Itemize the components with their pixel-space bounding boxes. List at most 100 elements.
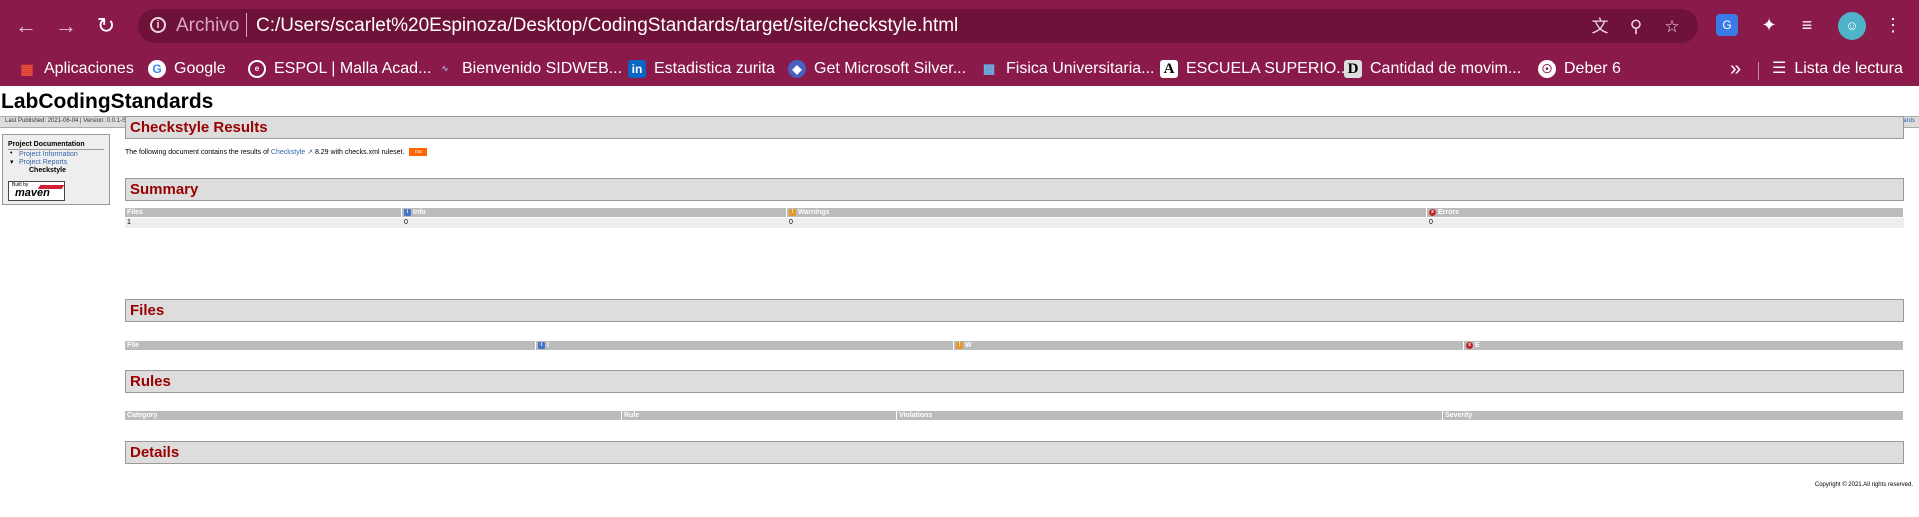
column-header-label: E: [1475, 342, 1480, 349]
bookmark-cantidad[interactable]: D Cantidad de movim...: [1344, 56, 1521, 82]
bookmark-escuela[interactable]: A ESCUELA SUPERIO...: [1160, 56, 1350, 82]
menu-bullet: ▾: [10, 159, 14, 166]
reload-button[interactable]: ↻: [92, 12, 120, 40]
bookmarks-divider: [1758, 62, 1759, 80]
menu-kebab-icon[interactable]: ⋮: [1880, 12, 1906, 38]
column-header-label: Errors: [1438, 209, 1460, 216]
left-navigation: Project Documentation • Project Informat…: [2, 134, 110, 205]
badge-logo-text: maven: [15, 187, 50, 199]
bookmark-fisica[interactable]: ▩ Fisica Universitaria...: [980, 56, 1155, 82]
intro-prefix: The following document contains the resu…: [125, 149, 269, 156]
bookmark-label: ESPOL | Malla Acad...: [274, 60, 432, 77]
section-header-summary: Summary: [125, 178, 1904, 201]
bookmarks-bar: ▦ Aplicaciones G Google e ESPOL | Malla Aca…: [0, 52, 1919, 86]
bookmark-google[interactable]: G Google: [148, 56, 226, 82]
column-header-i: iI: [536, 341, 954, 350]
details-heading: Details: [130, 444, 180, 461]
column-header-warnings: ! Warnings: [787, 208, 1427, 217]
address-bar[interactable]: i Archivo C:/Users/scarlet%20Espinoza/De…: [138, 9, 1698, 43]
menu-item-project-information[interactable]: Project Information: [19, 151, 78, 158]
menu-item-project-reports[interactable]: Project Reports: [19, 159, 67, 166]
info-icon[interactable]: i: [150, 17, 166, 33]
bookmark-star-icon[interactable]: ☆: [1662, 17, 1682, 37]
warning-icon: !: [789, 208, 796, 216]
summary-info-value: 0: [404, 219, 408, 226]
menu-item-checkstyle: Checkstyle: [29, 167, 66, 174]
bookmark-label: Cantidad de movim...: [1370, 60, 1522, 77]
address-scheme-label: Archivo: [176, 15, 240, 36]
column-header-w: ! W: [954, 341, 1464, 350]
bookmark-sidweb[interactable]: ∿ Bienvenido SIDWEB...: [436, 56, 622, 82]
external-link-icon: ↗: [307, 149, 313, 156]
bookmark-estadistica[interactable]: in Estadistica zurita: [628, 56, 775, 82]
reading-list-button[interactable]: ☰ Lista de lectura: [1772, 56, 1903, 82]
column-header-label: Warnings: [798, 209, 830, 216]
letter-d-icon: D: [1344, 59, 1362, 78]
translate-icon[interactable]: 文: [1590, 17, 1610, 37]
info-icon: i: [538, 341, 545, 349]
bookmark-espol[interactable]: e ESPOL | Malla Acad...: [248, 56, 431, 82]
info-icon: i: [404, 208, 411, 216]
reading-list-icon: ☰: [1772, 60, 1787, 77]
sidweb-icon: ∿: [441, 63, 449, 73]
menu-bullet: •: [10, 150, 13, 157]
table-row: 1 0 0 0: [125, 218, 1904, 228]
forward-button[interactable]: →: [52, 12, 80, 40]
rules-heading: Rules: [130, 373, 171, 390]
files-heading: Files: [130, 302, 165, 319]
address-url[interactable]: C:/Users/scarlet%20Espinoza/Desktop/Codi…: [256, 15, 958, 37]
column-header-violations: Violations: [897, 411, 1443, 420]
checkstyle-link[interactable]: Checkstyle: [271, 149, 305, 156]
bookmarks-overflow-button[interactable]: »: [1730, 56, 1741, 82]
column-header-e: xE: [1464, 341, 1904, 350]
media-queue-icon[interactable]: ≡: [1794, 12, 1820, 38]
profile-avatar[interactable]: ☺: [1838, 12, 1866, 40]
browser-chrome: ← → ↻ i Archivo C:/Users/scarlet%20Espin…: [0, 0, 1919, 86]
column-header-files: Files: [125, 208, 402, 217]
bookmark-silverlight[interactable]: ◆ Get Microsoft Silver...: [788, 56, 966, 82]
built-by-maven-badge[interactable]: Built by maven: [8, 181, 65, 201]
bookmark-aplicaciones[interactable]: ▦ Aplicaciones: [18, 56, 133, 82]
espol-icon: e: [248, 59, 266, 78]
summary-heading: Summary: [130, 181, 199, 198]
bookmark-label: Get Microsoft Silver...: [814, 60, 967, 77]
column-header-info: i Info: [402, 208, 787, 217]
bookmark-label: Fisica Universitaria...: [1006, 60, 1155, 77]
google-translate-extension-icon[interactable]: G: [1716, 14, 1738, 36]
google-icon: G: [148, 59, 166, 78]
extensions-puzzle-icon[interactable]: ✦: [1756, 12, 1782, 38]
section-header-files: Files: [125, 299, 1904, 322]
fisica-icon: ▩: [982, 60, 996, 76]
files-table-header: File iI ! W xE: [125, 341, 1904, 350]
column-header-label: I: [547, 342, 549, 349]
report-content: Checkstyle Results The following documen…: [125, 86, 1905, 517]
letter-a-icon: A: [1160, 59, 1178, 78]
section-header-results: Checkstyle Results: [125, 116, 1904, 139]
section-header-details: Details: [125, 441, 1904, 464]
bookmark-label: Estadistica zurita: [654, 60, 775, 77]
bookmark-deber6[interactable]: ☉ Deber 6: [1538, 56, 1621, 82]
section-header-rules: Rules: [125, 370, 1904, 393]
address-separator: [246, 13, 247, 37]
browser-toolbar: ← → ↻ i Archivo C:/Users/scarlet%20Espin…: [0, 0, 1919, 52]
page-footer: Copyright © 2021.All rights reserved.: [1814, 482, 1913, 488]
summary-files-value: 1: [127, 219, 131, 226]
rss-icon[interactable]: rss: [409, 148, 428, 157]
silverlight-icon: ◆: [788, 59, 806, 78]
column-header-errors: x Errors: [1427, 208, 1904, 217]
column-header-file: File: [125, 341, 536, 350]
globe-icon: ☉: [1538, 59, 1556, 78]
bookmark-label: Google: [174, 60, 226, 77]
column-header-rule: Rule: [622, 411, 897, 420]
menu-divider: [8, 149, 104, 150]
intro-paragraph: The following document contains the resu…: [125, 148, 428, 157]
error-icon: x: [1429, 208, 1436, 216]
column-header-category: Category: [125, 411, 622, 420]
column-header-severity: Severity: [1443, 411, 1904, 420]
zoom-icon[interactable]: ⚲: [1626, 17, 1646, 37]
back-button[interactable]: ←: [12, 12, 40, 40]
intro-suffix: 8.29 with checks.xml ruleset.: [314, 149, 405, 156]
report-title: Checkstyle Results: [130, 119, 268, 136]
bookmark-label: Bienvenido SIDWEB...: [462, 60, 623, 77]
bookmark-label: ESCUELA SUPERIO...: [1186, 60, 1350, 77]
